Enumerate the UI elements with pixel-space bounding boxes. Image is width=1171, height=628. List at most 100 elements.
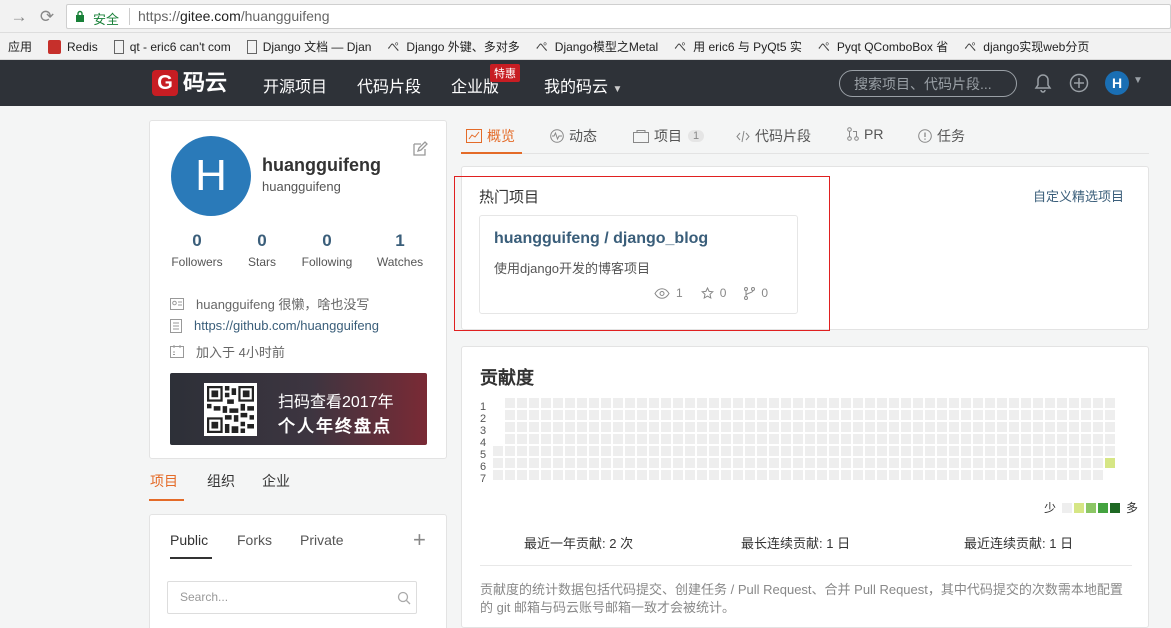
contribution-day[interactable]	[637, 410, 647, 420]
contribution-day[interactable]	[841, 446, 851, 456]
contribution-day[interactable]	[565, 434, 575, 444]
contribution-day[interactable]	[829, 422, 839, 432]
contribution-day[interactable]	[613, 398, 623, 408]
contribution-day[interactable]	[541, 398, 551, 408]
contribution-day[interactable]	[1021, 434, 1031, 444]
repo-search-input[interactable]: Search...	[167, 581, 417, 614]
contribution-day[interactable]	[853, 422, 863, 432]
contribution-day[interactable]	[517, 446, 527, 456]
contribution-day[interactable]	[865, 434, 875, 444]
stat-following[interactable]: 0 Following	[290, 231, 364, 269]
contribution-day[interactable]	[541, 470, 551, 480]
contribution-day[interactable]	[925, 434, 935, 444]
contribution-day[interactable]	[817, 398, 827, 408]
contribution-day[interactable]	[781, 410, 791, 420]
contribution-day[interactable]	[1093, 410, 1103, 420]
contribution-day[interactable]	[829, 458, 839, 468]
profile-website-link[interactable]: https://github.com/huangguifeng	[194, 318, 379, 333]
contribution-day[interactable]	[1045, 434, 1055, 444]
contribution-day[interactable]	[1021, 458, 1031, 468]
contribution-day[interactable]	[1033, 410, 1043, 420]
contribution-day[interactable]	[733, 458, 743, 468]
contribution-day[interactable]	[685, 410, 695, 420]
contribution-day[interactable]	[505, 398, 515, 408]
gitee-logo[interactable]: G 码云	[152, 69, 232, 97]
contribution-day[interactable]	[673, 398, 683, 408]
contribution-day[interactable]	[1093, 458, 1103, 468]
contribution-day[interactable]	[733, 446, 743, 456]
contribution-day[interactable]	[793, 470, 803, 480]
contribution-day[interactable]	[913, 410, 923, 420]
contribution-day[interactable]	[697, 410, 707, 420]
contribution-day[interactable]	[1009, 446, 1019, 456]
contribution-day[interactable]	[793, 422, 803, 432]
contribution-day[interactable]	[829, 410, 839, 420]
contribution-day[interactable]	[541, 458, 551, 468]
contribution-day[interactable]	[973, 410, 983, 420]
contribution-day[interactable]	[1033, 458, 1043, 468]
contribution-day[interactable]	[517, 458, 527, 468]
tab-private[interactable]: Private	[300, 532, 344, 548]
contribution-day[interactable]	[661, 422, 671, 432]
tab-public[interactable]: Public	[170, 532, 208, 548]
contribution-day[interactable]	[1069, 458, 1079, 468]
contribution-day[interactable]	[913, 446, 923, 456]
contribution-day[interactable]	[721, 398, 731, 408]
project-card[interactable]: huangguifeng / django_blog 使用django开发的博客…	[479, 215, 798, 314]
contribution-day[interactable]	[685, 398, 695, 408]
tab-snippets[interactable]: 代码片段	[736, 126, 811, 146]
contribution-day[interactable]	[649, 422, 659, 432]
contribution-day[interactable]	[1033, 398, 1043, 408]
contribution-day[interactable]	[685, 446, 695, 456]
contribution-day[interactable]	[889, 434, 899, 444]
contribution-day[interactable]	[745, 422, 755, 432]
contribution-day[interactable]	[925, 458, 935, 468]
contribution-day[interactable]	[697, 470, 707, 480]
contribution-day[interactable]	[1057, 422, 1067, 432]
contribution-day[interactable]	[709, 434, 719, 444]
contribution-day[interactable]	[805, 410, 815, 420]
contribution-day[interactable]	[613, 410, 623, 420]
chevron-down-icon[interactable]: ▼	[1133, 75, 1143, 86]
contribution-day[interactable]	[601, 434, 611, 444]
contribution-day[interactable]	[961, 470, 971, 480]
contribution-day[interactable]	[601, 470, 611, 480]
contribution-day[interactable]	[841, 422, 851, 432]
contribution-day[interactable]	[661, 434, 671, 444]
contribution-day[interactable]	[565, 422, 575, 432]
contribution-day[interactable]	[1093, 446, 1103, 456]
contribution-day[interactable]	[961, 458, 971, 468]
contribution-day[interactable]	[913, 458, 923, 468]
contribution-day[interactable]	[745, 410, 755, 420]
contribution-day[interactable]	[1069, 434, 1079, 444]
contribution-day[interactable]	[661, 410, 671, 420]
contribution-day[interactable]	[517, 422, 527, 432]
contribution-day[interactable]	[949, 422, 959, 432]
contribution-day[interactable]	[1021, 398, 1031, 408]
contribution-day[interactable]	[529, 470, 539, 480]
bookmark-item[interactable]: Redis	[48, 33, 98, 59]
contribution-day[interactable]	[577, 446, 587, 456]
contribution-day[interactable]	[745, 458, 755, 468]
contribution-day[interactable]	[1045, 410, 1055, 420]
contribution-day[interactable]	[1081, 446, 1091, 456]
contribution-day[interactable]	[913, 422, 923, 432]
contribution-day[interactable]	[793, 458, 803, 468]
contribution-day[interactable]	[997, 410, 1007, 420]
contribution-day[interactable]	[577, 398, 587, 408]
contribution-day[interactable]	[745, 470, 755, 480]
contribution-day[interactable]	[1009, 398, 1019, 408]
contribution-day[interactable]	[997, 422, 1007, 432]
tab-enterprises[interactable]: 企业	[262, 471, 290, 491]
contribution-day[interactable]	[865, 446, 875, 456]
tab-pull-requests[interactable]: PR	[847, 126, 883, 142]
contribution-day[interactable]	[1033, 422, 1043, 432]
contribution-day[interactable]	[529, 398, 539, 408]
contribution-day[interactable]	[649, 398, 659, 408]
contribution-day[interactable]	[1093, 470, 1103, 480]
contribution-day[interactable]	[673, 458, 683, 468]
edit-icon[interactable]	[412, 141, 428, 157]
project-name-link[interactable]: huangguifeng / django_blog	[494, 230, 708, 248]
contribution-day[interactable]	[1009, 422, 1019, 432]
contribution-day[interactable]	[853, 398, 863, 408]
